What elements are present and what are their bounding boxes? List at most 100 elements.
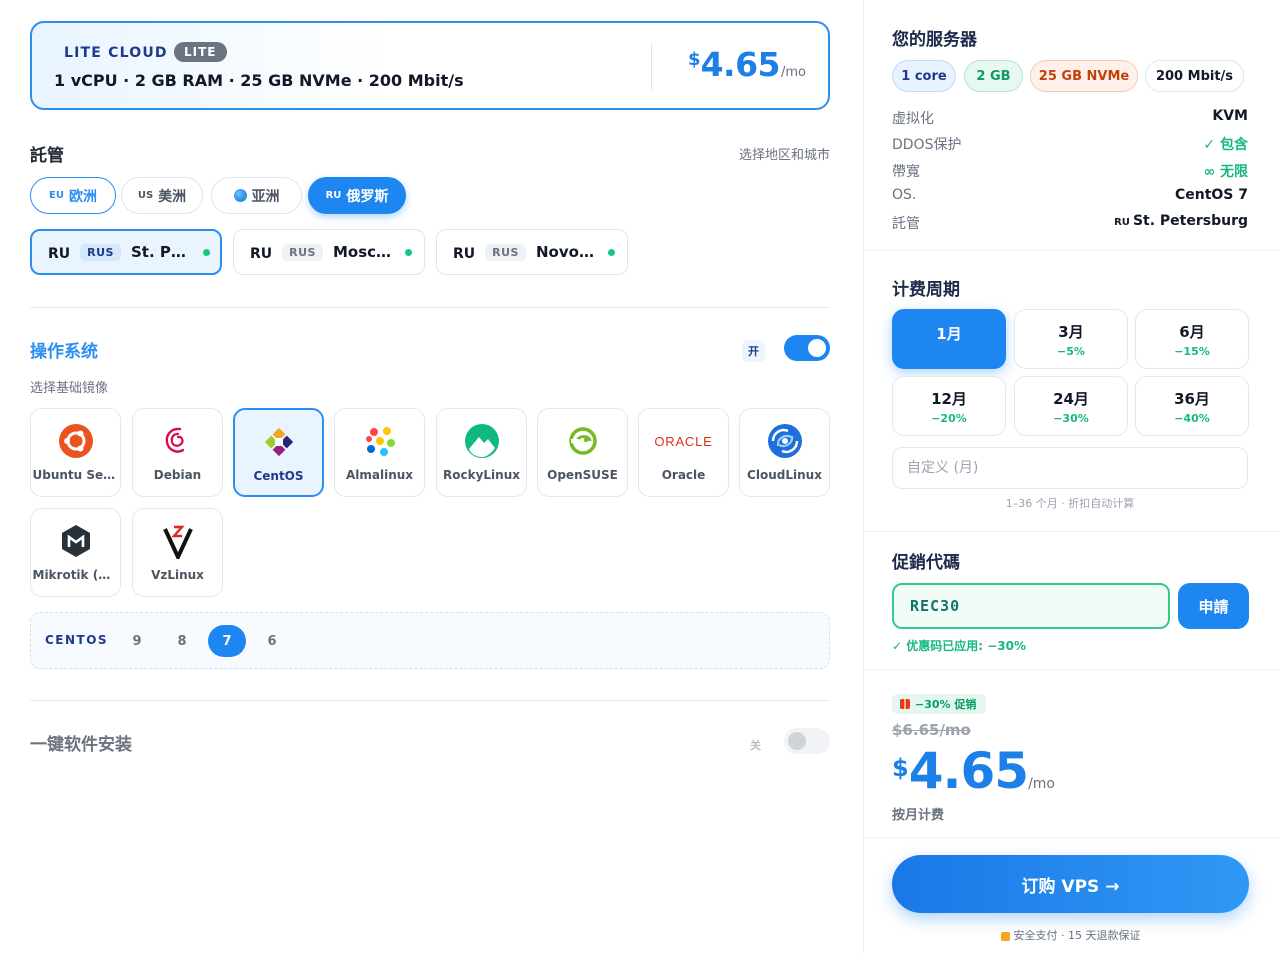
region-code: EU — [49, 190, 64, 201]
promo-title: 促銷代碼 — [892, 553, 960, 573]
city-card-novosibirsk[interactable]: RU RUS Novosi... — [436, 229, 628, 275]
city-country-badge: RUS — [485, 243, 526, 261]
period-discount: −20% — [931, 411, 967, 425]
os-title: 操作系统 — [30, 342, 98, 362]
city-card-st-petersburg[interactable]: RU RUS St. Pet... — [30, 229, 222, 275]
software-toggle-label: 关 — [750, 739, 761, 752]
section-divider — [30, 700, 830, 701]
cloudlinux-icon — [767, 423, 803, 459]
almalinux-icon — [362, 423, 398, 459]
period-discount: −15% — [1174, 344, 1210, 358]
os-tile-centos[interactable]: CentOS — [233, 408, 324, 497]
os-tile-mikrotik[interactable]: Mikrotik (Ro... — [30, 508, 121, 597]
centos-icon — [261, 424, 297, 460]
os-subtitle: 选择基础镜像 — [30, 381, 109, 396]
configurator-panel: LITE CLOUD LITE 1 vCPU · 2 GB RAM · 25 G… — [0, 0, 862, 953]
os-version-chip[interactable]: 9 — [118, 625, 156, 657]
region-label: 俄罗斯 — [346, 188, 389, 205]
plan-price-period: /mo — [781, 65, 806, 80]
summary-title: 您的服务器 — [892, 30, 977, 50]
total-price-currency: $ — [892, 754, 909, 782]
summary-value: ✓ 包含 — [1203, 137, 1248, 153]
os-name: RockyLinux — [443, 468, 520, 482]
os-version-chip-selected[interactable]: 7 — [208, 625, 246, 657]
total-price-amount: 4.65 — [908, 742, 1029, 800]
city-name: St. Pet... — [130, 243, 193, 261]
panel-divider — [864, 837, 1280, 838]
period-discount: −30% — [1053, 411, 1089, 425]
order-vps-button[interactable]: 订购 VPS → — [892, 855, 1249, 913]
period-discount: −40% — [1174, 411, 1210, 425]
plan-specs: 1 vCPU · 2 GB RAM · 25 GB NVMe · 200 Mbi… — [54, 71, 464, 90]
oracle-logo-text: ORACLE — [654, 433, 713, 449]
os-toggle[interactable] — [784, 335, 830, 361]
spec-chip-cpu: 1 core — [892, 60, 956, 92]
city-card-moscow[interactable]: RU RUS Moscow — [233, 229, 425, 275]
summary-key: OS. — [892, 187, 917, 203]
spec-chip-bandwidth: 200 Mbit/s — [1145, 60, 1244, 92]
panel-divider — [864, 531, 1280, 532]
period-option-6m[interactable]: 6月 −15% — [1135, 309, 1249, 369]
city-country-code: RU — [48, 246, 71, 262]
period-option-24m[interactable]: 24月 −30% — [1014, 376, 1128, 436]
period-option-3m[interactable]: 3月 −5% — [1014, 309, 1128, 369]
region-label: 美洲 — [158, 188, 187, 205]
os-version-chip[interactable]: 6 — [253, 625, 291, 657]
period-option-12m[interactable]: 12月 −20% — [892, 376, 1006, 436]
toggle-knob — [788, 732, 806, 750]
os-tile-debian[interactable]: Debian — [132, 408, 223, 497]
custom-period-input[interactable] — [892, 447, 1248, 489]
plan-name: LITE CLOUD — [64, 45, 168, 61]
period-label: 24月 — [1053, 389, 1089, 408]
os-tile-cloudlinux[interactable]: CloudLinux — [739, 408, 830, 497]
summary-key: 託管 — [892, 216, 920, 232]
summary-key: 帶寬 — [892, 164, 920, 180]
os-name: Debian — [153, 468, 202, 482]
secure-payment-text: 安全支付 · 15 天退款保证 — [1013, 929, 1141, 942]
opensuse-icon — [565, 423, 601, 459]
period-option-1m[interactable]: 1月 — [892, 309, 1006, 369]
os-tile-almalinux[interactable]: Almalinux — [334, 408, 425, 497]
os-name: Oracle — [661, 468, 706, 482]
lock-icon — [1000, 931, 1010, 941]
plan-divider — [651, 43, 652, 91]
city-country-code: RU — [250, 246, 273, 262]
promo-code-input[interactable] — [892, 583, 1170, 629]
region-tab-russia[interactable]: RU 俄罗斯 — [308, 177, 406, 214]
region-tab-europe[interactable]: EU 欧洲 — [30, 177, 116, 214]
os-tile-vzlinux[interactable]: VzLinux — [132, 508, 223, 597]
os-tile-oracle[interactable]: ORACLE Oracle — [638, 408, 729, 497]
os-name: CentOS — [253, 469, 304, 483]
region-code: US — [137, 190, 154, 201]
os-version-label: CENTOS — [45, 633, 109, 647]
rockylinux-icon — [464, 423, 500, 459]
total-price: $4.65/mo — [892, 742, 1055, 800]
region-tab-americas[interactable]: US 美洲 — [121, 177, 203, 214]
city-country-badge: RUS — [282, 243, 323, 261]
os-name: Ubuntu Ser... — [32, 468, 119, 482]
region-code: RU — [325, 190, 342, 201]
software-title: 一键软件安装 — [30, 735, 132, 755]
summary-value: CentOS 7 — [1174, 187, 1248, 203]
hosting-title: 託管 — [30, 146, 64, 166]
order-summary-panel: 您的服务器 1 core 2 GB 25 GB NVMe 200 Mbit/s … — [863, 0, 1280, 953]
region-tab-asia[interactable]: 亚洲 — [211, 177, 302, 214]
os-tile-rockylinux[interactable]: RockyLinux — [436, 408, 527, 497]
os-version-chip[interactable]: 8 — [163, 625, 201, 657]
os-tile-ubuntu[interactable]: Ubuntu Ser... — [30, 408, 121, 497]
toggle-knob — [808, 339, 826, 357]
apply-promo-button[interactable]: 申請 — [1178, 583, 1249, 629]
os-tile-opensuse[interactable]: OpenSUSE — [537, 408, 628, 497]
period-label: 1月 — [936, 325, 962, 343]
city-name: Moscow — [332, 243, 395, 261]
secure-payment-note: 安全支付 · 15 天退款保证 — [892, 927, 1249, 943]
period-label: 36月 — [1174, 389, 1210, 408]
billing-note: 按月计费 — [892, 808, 945, 823]
period-option-36m[interactable]: 36月 −40% — [1135, 376, 1249, 436]
os-name: OpenSUSE — [547, 468, 618, 482]
os-version-bar: CENTOS 9 8 7 6 — [30, 612, 830, 669]
summary-value: ∞ 无限 — [1203, 164, 1248, 180]
software-toggle[interactable] — [784, 728, 830, 754]
discount-badge-text: −30% 促销 — [915, 698, 977, 711]
status-dot — [202, 248, 210, 256]
